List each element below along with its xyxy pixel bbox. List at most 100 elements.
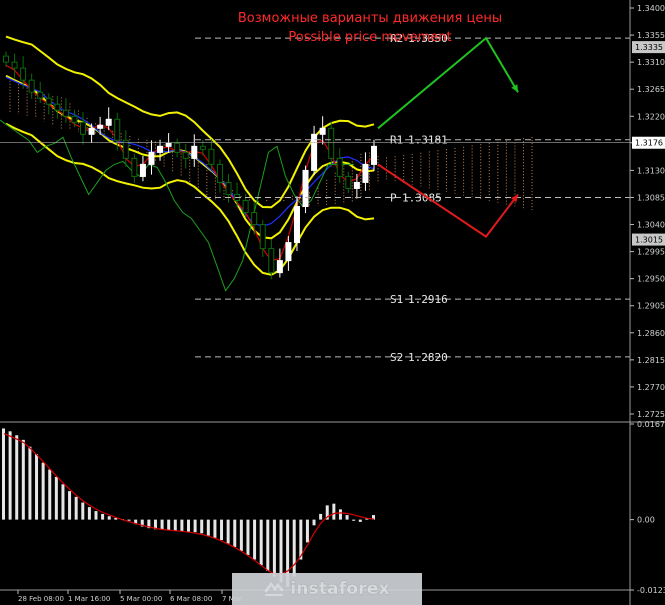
- candle-body: [11, 61, 18, 69]
- time-tick-label: 1 Mar 16:00: [68, 595, 110, 603]
- candle-body: [285, 242, 292, 262]
- time-tick-label: 5 Mar 00:00: [120, 595, 162, 603]
- oscillator-bar: [68, 491, 72, 520]
- candle-body: [336, 157, 343, 177]
- candle-body: [371, 145, 377, 165]
- oscillator-bar: [200, 519, 204, 534]
- oscillator-bar: [180, 519, 184, 532]
- candle-body: [319, 127, 326, 135]
- osc-tick-label: 0.01678: [637, 420, 665, 429]
- candle-body: [328, 127, 335, 159]
- candle-body: [216, 163, 223, 183]
- candle-body: [199, 145, 206, 150]
- oscillator-bar: [305, 519, 309, 543]
- oscillator-bar: [41, 462, 45, 520]
- price-tick-label: 1.2860: [637, 329, 665, 338]
- candle-body: [242, 199, 249, 214]
- oscillator-bar: [233, 519, 237, 547]
- oscillator-bar: [48, 469, 52, 520]
- candle-body: [174, 142, 181, 153]
- candle-body: [165, 142, 172, 147]
- candle-body: [97, 124, 104, 129]
- price-tick-label: 1.2725: [637, 410, 665, 419]
- oscillator-bar: [345, 515, 349, 520]
- oscillator-bar: [246, 519, 250, 555]
- oscillator-bar: [338, 509, 342, 520]
- candle-body: [37, 91, 44, 99]
- candle-body: [131, 157, 138, 177]
- level-label: S2: [390, 351, 403, 364]
- level-label: P: [390, 191, 397, 204]
- oscillator-bar: [206, 519, 210, 536]
- candle-body: [28, 79, 35, 93]
- oscillator-bar: [272, 519, 276, 577]
- candle-body: [3, 55, 9, 63]
- candle-body: [71, 115, 78, 123]
- candle-body: [20, 67, 27, 81]
- watermark-text: instaforex: [290, 579, 390, 599]
- oscillator-bar: [193, 519, 197, 533]
- oscillator-bar: [61, 484, 65, 520]
- oscillator-bar: [94, 511, 98, 520]
- candle-body: [353, 181, 360, 189]
- candle-body: [122, 139, 129, 159]
- candle-body: [139, 163, 146, 177]
- price-tick-label: 1.2905: [637, 302, 665, 311]
- instaforex-logo-icon: [264, 581, 284, 596]
- oscillator-bar: [253, 519, 257, 560]
- candle-body: [80, 121, 87, 135]
- price-tick-label: 1.2950: [637, 275, 665, 284]
- candle-body: [345, 175, 352, 189]
- oscillator-bar: [21, 439, 25, 520]
- level-value: 1.3181: [408, 134, 448, 147]
- time-tick-label: 6 Mar 08:00: [170, 595, 212, 603]
- oscillator-bar: [35, 454, 39, 520]
- level-value: 1.2916: [408, 293, 448, 306]
- chart-title: Возможные варианты движения цены: [238, 11, 502, 26]
- price-tick-label: 1.3265: [637, 85, 665, 94]
- price-tick-label: 1.2995: [637, 248, 665, 257]
- candle-body: [88, 127, 95, 135]
- osc-tick-label: 0.00: [637, 516, 655, 525]
- price-tick-label: 1.3040: [637, 221, 665, 230]
- price-tick-label: 1.3220: [637, 112, 665, 121]
- candle-body: [105, 118, 112, 126]
- oscillator-bar: [127, 519, 131, 521]
- oscillator-bar: [107, 516, 111, 520]
- price-tick-label: 1.3400: [637, 4, 665, 13]
- oscillator-bar: [226, 519, 230, 544]
- oscillator-bar: [74, 496, 78, 520]
- candle-body: [148, 151, 155, 165]
- price-tick-label: 1.2770: [637, 383, 665, 392]
- oscillator-bar: [312, 519, 316, 526]
- oscillator-bar: [54, 476, 58, 520]
- oscillator-bar: [292, 519, 296, 577]
- candle-body: [259, 224, 266, 250]
- oscillator-bar: [2, 428, 5, 520]
- candle-body: [293, 205, 300, 244]
- price-tick-label: 1.3310: [637, 58, 665, 67]
- oscillator-bar: [332, 503, 336, 520]
- candle-body: [251, 212, 258, 226]
- chart-subtitle: Possible price movement: [288, 30, 451, 45]
- oscillator-bar: [187, 519, 190, 532]
- candle-body: [191, 145, 198, 159]
- instaforex-watermark: instaforex: [232, 573, 422, 605]
- oscillator-bar: [15, 435, 19, 520]
- candle-body: [225, 181, 232, 195]
- candle-body: [276, 260, 283, 274]
- oscillator-bar: [352, 519, 356, 521]
- price-tick-label: 1.2815: [637, 356, 665, 365]
- level-label: S1: [390, 293, 403, 306]
- candle-body: [62, 109, 69, 117]
- price-highlight-label: 1.3015: [635, 236, 663, 245]
- oscillator-bar: [319, 513, 323, 520]
- candle-body: [268, 248, 275, 274]
- candle-body: [182, 151, 189, 159]
- level-label: R1: [390, 134, 403, 147]
- candle-body: [45, 97, 52, 105]
- price-tick-label: 1.3085: [637, 193, 665, 202]
- time-tick-label: 28 Feb 08:00: [18, 595, 64, 603]
- oscillator-bar: [160, 519, 164, 530]
- price-tick-label: 1.3130: [637, 166, 665, 175]
